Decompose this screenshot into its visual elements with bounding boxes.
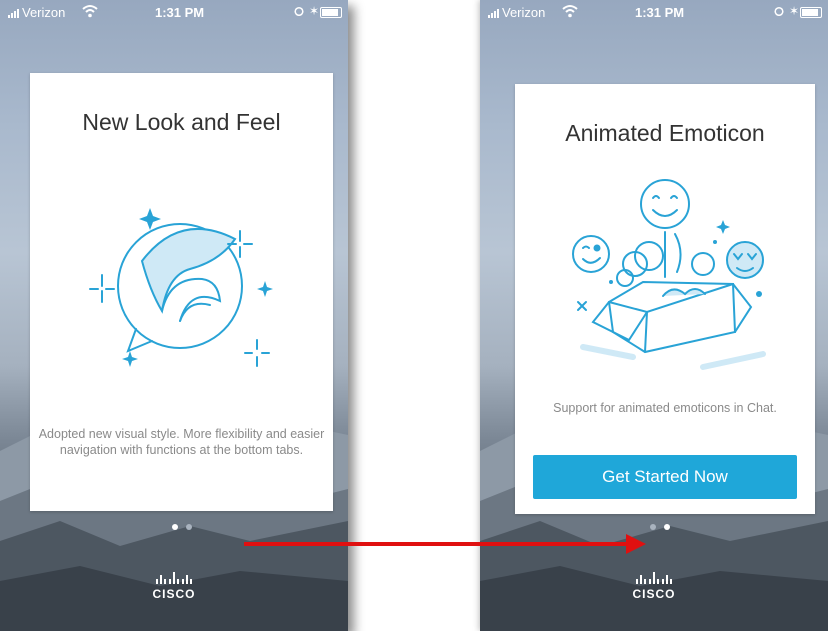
emoticon-box-icon (572, 179, 766, 370)
page-dot-1[interactable] (172, 524, 178, 530)
bluetooth-icon: ✶ (309, 4, 320, 18)
page-dot-2[interactable] (186, 524, 192, 530)
cisco-bars-icon (156, 572, 192, 584)
cisco-logo: CISCO (629, 572, 679, 606)
status-bar: Verizon 1:31 PM ✶ (480, 0, 828, 24)
page-dot-2[interactable] (664, 524, 670, 530)
card-description: Adopted new visual style. More flexibili… (38, 427, 325, 457)
page-dot-1[interactable] (650, 524, 656, 530)
transition-arrow-icon (244, 534, 646, 554)
alarm-icon (294, 6, 304, 16)
carrier-label: Verizon (502, 5, 546, 20)
logo-text: CISCO (152, 587, 196, 601)
status-time: 1:31 PM (155, 5, 205, 20)
signal-icon (8, 9, 22, 18)
signal-icon (488, 9, 502, 18)
card-title: Animated Emoticon (565, 120, 765, 146)
status-time: 1:31 PM (635, 5, 685, 20)
onboarding-card: New Look and Feel Adopted new visual sty… (30, 73, 333, 511)
battery-icon (800, 7, 822, 18)
cisco-bars-icon (636, 572, 672, 584)
status-bar: Verizon 1:31 PM ✶ (0, 0, 348, 24)
card-title: New Look and Feel (82, 109, 281, 135)
card-description: Support for animated emoticons in Chat. (553, 401, 777, 415)
page-indicator (170, 524, 200, 532)
page-indicator (648, 524, 678, 532)
carrier-label: Verizon (22, 5, 66, 20)
bluetooth-icon: ✶ (789, 4, 800, 18)
logo-text: CISCO (632, 587, 676, 601)
battery-icon (320, 7, 342, 18)
wifi-icon (82, 5, 98, 18)
cisco-logo: CISCO (149, 572, 199, 606)
get-started-button[interactable]: Get Started Now (533, 455, 797, 499)
wifi-icon (562, 5, 578, 18)
chat-bubble-icon (89, 208, 273, 367)
alarm-icon (774, 6, 784, 16)
onboarding-card: Animated Emoticon Support for animated e… (515, 84, 815, 514)
